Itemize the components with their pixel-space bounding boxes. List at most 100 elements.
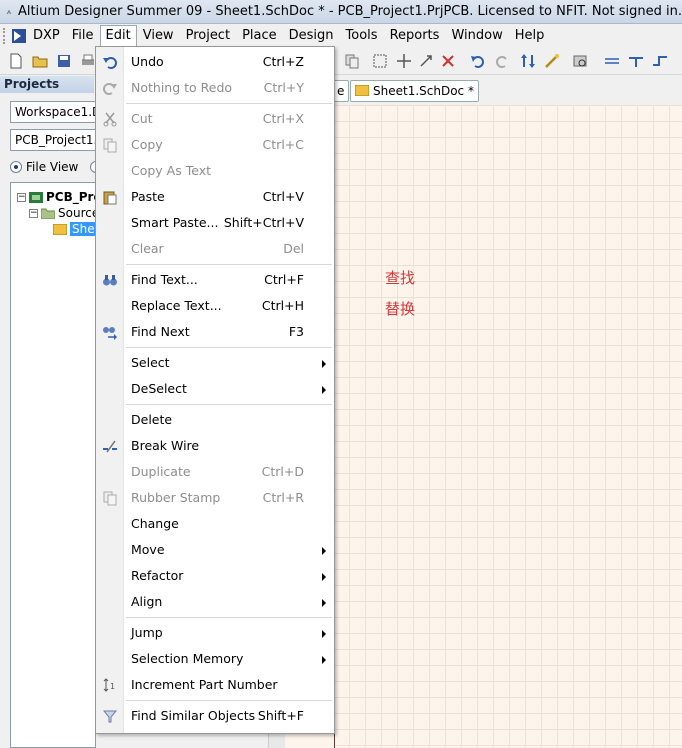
paste-icon xyxy=(103,191,117,205)
projects-panel-title: Projects xyxy=(0,76,94,93)
redo-icon xyxy=(103,83,117,95)
menu-item-replace-text[interactable]: Replace Text... Ctrl+H xyxy=(96,295,334,317)
bus-icon[interactable] xyxy=(628,53,644,69)
project-tree: − PCB_Project1 − Source Sheet1.SchDoc xyxy=(10,182,166,748)
submenu-arrow-icon xyxy=(322,599,326,607)
binoculars-icon xyxy=(103,275,117,286)
rubber-stamp-icon xyxy=(103,491,117,506)
menu-item-align[interactable]: Align xyxy=(96,591,334,613)
annotation-find: 查找 xyxy=(385,269,416,287)
menu-project[interactable]: Project xyxy=(180,25,236,46)
tab-sheet1[interactable]: Sheet1.SchDoc * xyxy=(350,80,479,102)
menu-item-redo[interactable]: Nothing to Redo Ctrl+Y xyxy=(96,77,334,99)
hierarchy-icon[interactable] xyxy=(520,53,536,69)
svg-text:1: 1 xyxy=(110,682,115,691)
menu-help[interactable]: Help xyxy=(509,25,551,46)
menu-item-increment-part-number[interactable]: 1 Increment Part Number xyxy=(96,674,334,696)
menu-item-undo[interactable]: Undo Ctrl+Z xyxy=(96,51,334,73)
menu-item-copy[interactable]: Copy Ctrl+C xyxy=(96,134,334,156)
cut-icon xyxy=(103,112,117,127)
menu-item-change[interactable]: Change xyxy=(96,513,334,535)
copy-icon xyxy=(103,138,117,153)
menu-dxp[interactable]: DXP xyxy=(31,25,66,46)
dxp-icon[interactable] xyxy=(11,28,27,44)
menu-design[interactable]: Design xyxy=(283,25,340,46)
menu-separator xyxy=(126,617,332,618)
tree-folder-row[interactable]: − Source xyxy=(29,205,99,221)
menu-item-copy-as-text[interactable]: Copy As Text xyxy=(96,160,334,182)
menu-item-cut[interactable]: Cut Ctrl+X xyxy=(96,108,334,130)
schematic-doc-icon xyxy=(355,85,369,96)
window-title: Altium Designer Summer 09 - Sheet1.SchDo… xyxy=(17,4,682,19)
menu-file[interactable]: File xyxy=(66,25,100,46)
menu-window[interactable]: Window xyxy=(445,25,508,46)
undo-icon xyxy=(103,57,117,69)
submenu-arrow-icon xyxy=(322,547,326,555)
redo-toolbar-icon[interactable] xyxy=(494,53,510,69)
increment-icon: 1 xyxy=(103,678,115,692)
edit-menu: Undo Ctrl+Z Nothing to Redo Ctrl+Y Cut C… xyxy=(95,46,335,734)
menu-item-find-text[interactable]: Find Text... Ctrl+F xyxy=(96,269,334,291)
folder-icon xyxy=(41,208,55,219)
open-folder-icon[interactable] xyxy=(32,53,48,69)
net-label-icon[interactable] xyxy=(652,53,668,69)
deselect-icon[interactable] xyxy=(418,53,434,69)
menu-item-paste[interactable]: Paste Ctrl+V xyxy=(96,186,334,208)
menu-item-delete[interactable]: Delete xyxy=(96,409,334,431)
new-document-icon[interactable] xyxy=(8,53,24,69)
menu-reports[interactable]: Reports xyxy=(384,25,446,46)
wire-icon[interactable] xyxy=(604,53,620,69)
file-view-radio[interactable] xyxy=(10,161,22,173)
copy-toolbar-icon[interactable] xyxy=(344,53,360,69)
menu-view[interactable]: View xyxy=(137,25,180,46)
menu-separator xyxy=(126,700,332,701)
collapse-icon[interactable]: − xyxy=(17,192,26,202)
clear-selection-icon[interactable] xyxy=(440,53,456,69)
menu-item-select[interactable]: Select xyxy=(96,352,334,374)
annotation-replace: 替换 xyxy=(385,300,416,318)
print-icon[interactable] xyxy=(80,53,96,69)
select-area-icon[interactable] xyxy=(372,53,388,69)
menubar-grip xyxy=(3,27,7,44)
menu-item-find-next[interactable]: Find Next F3 xyxy=(96,321,334,343)
menu-separator xyxy=(126,103,332,104)
menu-item-duplicate[interactable]: Duplicate Ctrl+D xyxy=(96,461,334,483)
file-view-label: File View xyxy=(26,160,79,174)
menu-item-move[interactable]: Move xyxy=(96,539,334,561)
project-field[interactable]: PCB_Project1.PrjPCB xyxy=(10,129,96,151)
submenu-arrow-icon xyxy=(322,386,326,394)
menu-item-find-similar-objects[interactable]: Find Similar Objects Shift+F xyxy=(96,705,334,727)
menu-tools[interactable]: Tools xyxy=(340,25,384,46)
collapse-icon[interactable]: − xyxy=(29,208,38,218)
tab-previous-label: e xyxy=(337,84,345,98)
tab-sheet1-label: Sheet1.SchDoc * xyxy=(373,84,474,98)
menu-edit[interactable]: Edit xyxy=(99,24,137,47)
tree-folder-label: Source xyxy=(58,206,100,220)
wand-icon[interactable] xyxy=(544,53,560,69)
menu-item-clear[interactable]: Clear Del xyxy=(96,238,334,260)
menu-item-smart-paste[interactable]: Smart Paste... Shift+Ctrl+V xyxy=(96,212,334,234)
view-mode-radios: File View xyxy=(10,158,106,176)
filter-icon xyxy=(102,710,118,723)
title-bar: Altium Designer Summer 09 - Sheet1.SchDo… xyxy=(0,0,682,24)
menu-item-break-wire[interactable]: Break Wire xyxy=(96,435,334,457)
menu-item-selection-memory[interactable]: Selection Memory xyxy=(96,648,334,670)
menu-separator xyxy=(126,347,332,348)
undo-toolbar-icon[interactable] xyxy=(470,53,486,69)
menu-item-rubber-stamp[interactable]: Rubber Stamp Ctrl+R xyxy=(96,487,334,509)
schematic-doc-icon xyxy=(53,223,67,235)
save-icon[interactable] xyxy=(56,53,72,69)
menu-place[interactable]: Place xyxy=(236,25,283,46)
menu-item-jump[interactable]: Jump xyxy=(96,622,334,644)
menu-separator xyxy=(126,264,332,265)
menu-item-refactor[interactable]: Refactor xyxy=(96,565,334,587)
submenu-arrow-icon xyxy=(322,630,326,638)
workspace-field[interactable]: Workspace1.Dsn xyxy=(10,101,96,123)
break-wire-icon xyxy=(103,440,117,453)
move-icon[interactable] xyxy=(396,53,412,69)
menu-item-deselect[interactable]: DeSelect xyxy=(96,378,334,400)
submenu-arrow-icon xyxy=(322,360,326,368)
schematic-canvas[interactable] xyxy=(285,105,682,748)
find-next-icon xyxy=(103,327,117,340)
compile-icon[interactable] xyxy=(572,53,588,69)
